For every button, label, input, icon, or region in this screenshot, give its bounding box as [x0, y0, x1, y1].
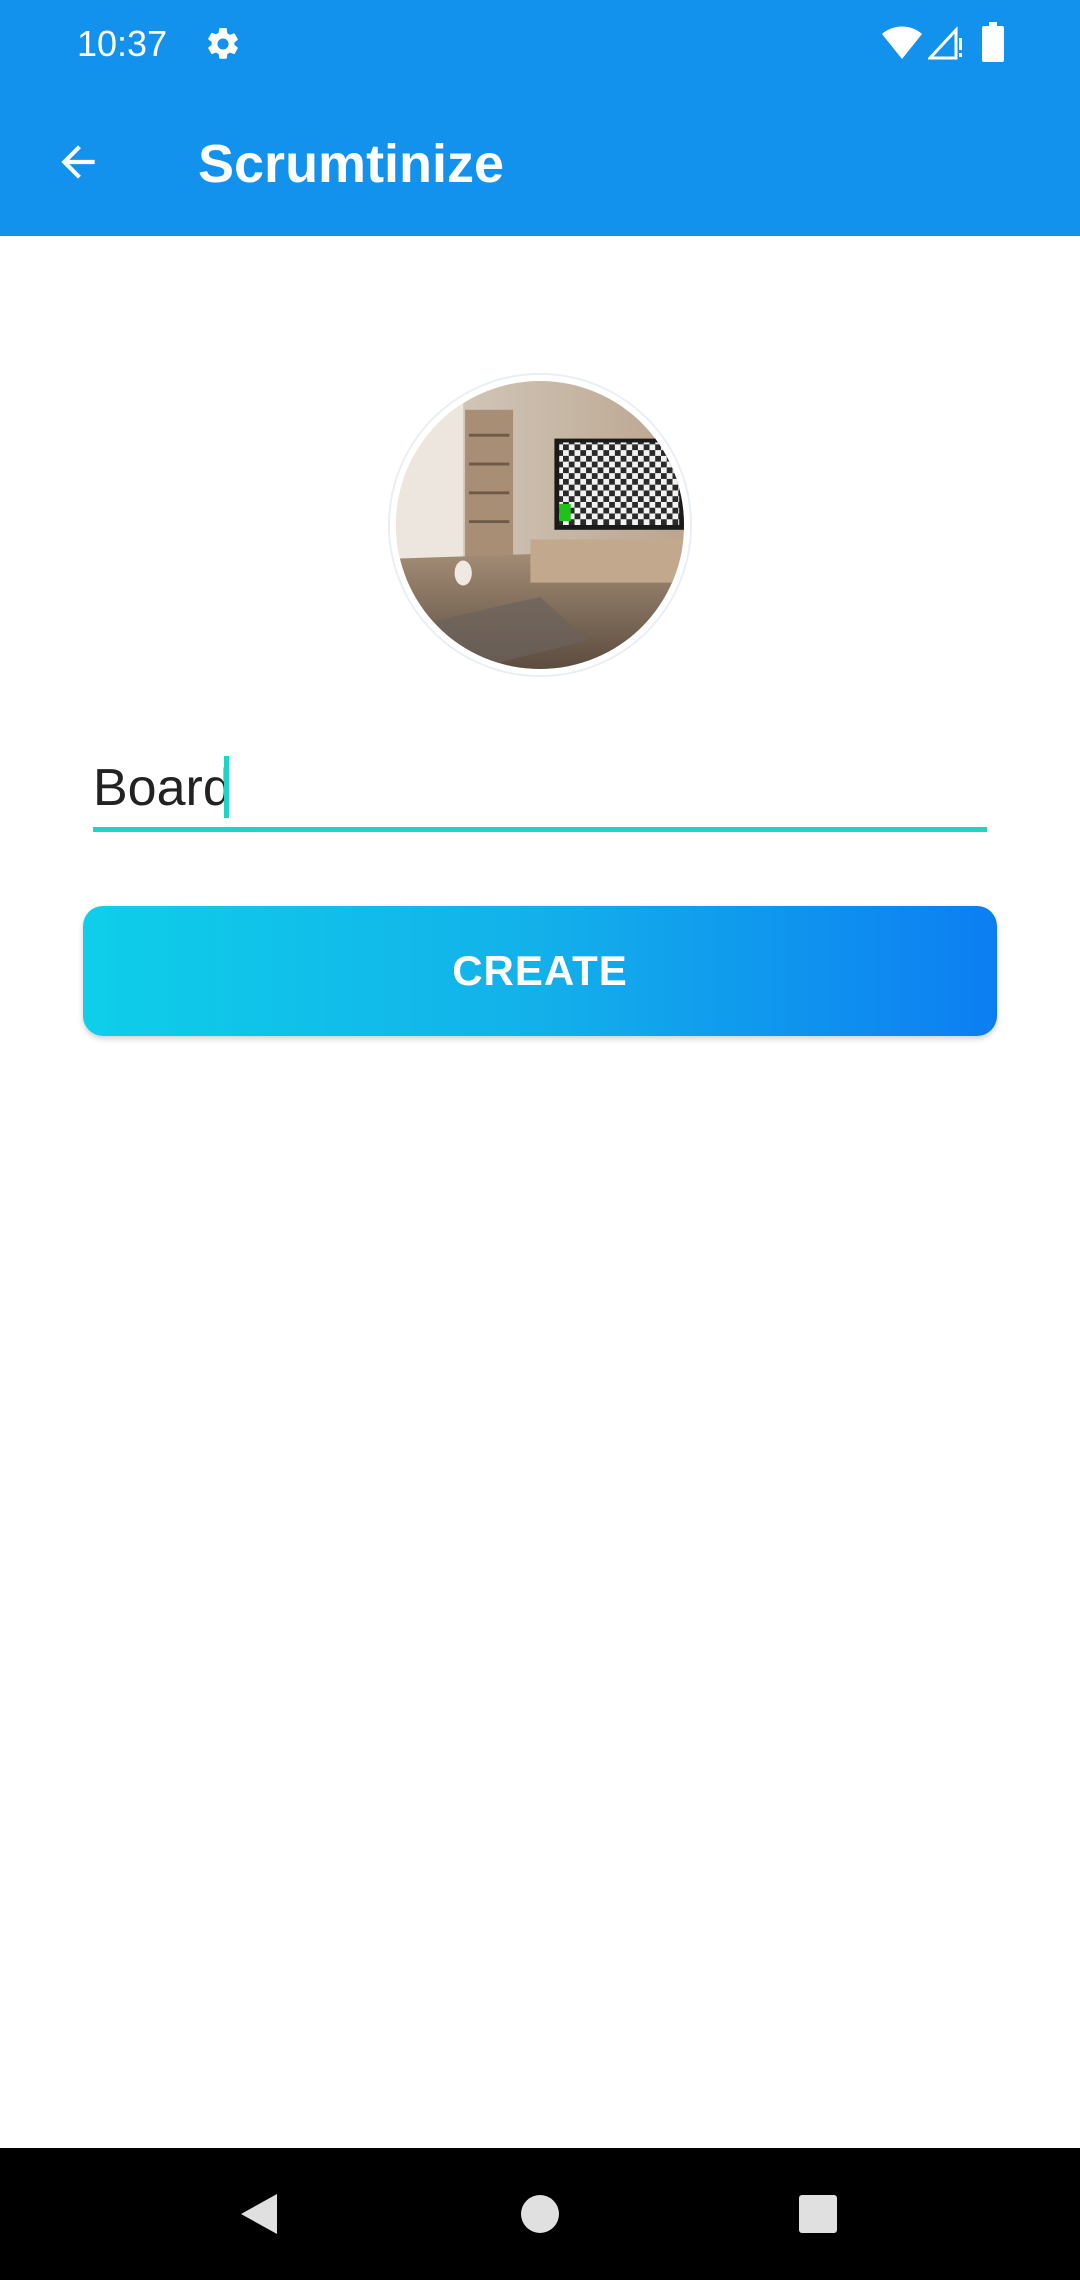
app-bar: Scrumtinize — [0, 88, 1080, 236]
home-circle-icon — [521, 2195, 559, 2233]
navigation-bar — [0, 2148, 1080, 2280]
gear-icon — [204, 25, 242, 63]
create-button[interactable]: CREATE — [83, 906, 997, 1036]
status-bar: 10:37 — [0, 0, 1080, 88]
recents-square-icon — [799, 2195, 837, 2233]
nav-recents-button[interactable] — [784, 2180, 852, 2248]
nav-back-button[interactable] — [225, 2180, 293, 2248]
back-button[interactable] — [40, 124, 116, 200]
board-image[interactable] — [390, 375, 690, 675]
app-title: Scrumtinize — [198, 134, 505, 194]
nav-home-button[interactable] — [506, 2180, 574, 2248]
back-triangle-icon — [241, 2194, 277, 2234]
arrow-left-icon — [61, 145, 95, 179]
text-cursor — [224, 756, 229, 818]
status-time: 10:37 — [77, 23, 168, 64]
battery-icon — [982, 22, 1004, 62]
board-name-field[interactable] — [93, 752, 987, 832]
wifi-icon — [882, 26, 922, 60]
signal-icon — [926, 26, 964, 60]
